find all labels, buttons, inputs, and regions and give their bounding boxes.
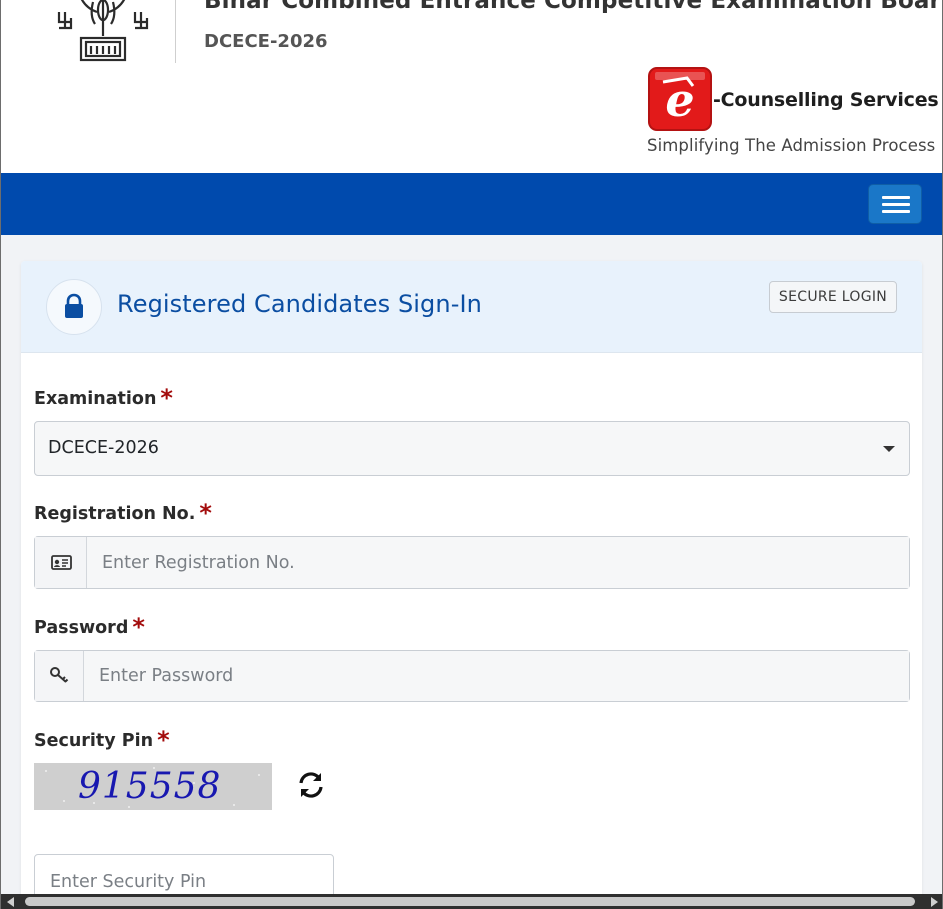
- chevron-down-icon: [883, 446, 895, 452]
- hamburger-bar: [882, 210, 910, 213]
- scroll-right-arrow-icon[interactable]: [931, 897, 938, 907]
- password-addon: [35, 651, 84, 701]
- exam-code: DCECE-2026: [204, 31, 328, 52]
- secure-login-badge: SECURE LOGIN: [769, 281, 897, 313]
- registration-addon: [35, 537, 87, 588]
- header-divider: [175, 0, 176, 63]
- captcha-image: 915558: [34, 763, 272, 810]
- site-header: Bihar Combined Entrance Competitive Exam…: [1, 0, 943, 173]
- password-input-group: [34, 650, 910, 702]
- examination-select[interactable]: DCECE-2026: [34, 421, 910, 476]
- service-tagline: Simplifying The Admission Process: [647, 136, 936, 155]
- bihar-emblem-logo: [57, 0, 149, 62]
- id-card-icon: [51, 555, 72, 570]
- menu-toggle-button[interactable]: [868, 184, 922, 224]
- registration-input-group: [34, 536, 910, 589]
- signin-card: Registered Candidates Sign-In SECURE LOG…: [21, 261, 922, 909]
- scroll-left-arrow-icon[interactable]: [7, 897, 14, 907]
- required-asterisk: *: [132, 613, 145, 641]
- e-counselling-logo: e: [648, 67, 712, 131]
- password-label: Password *: [34, 611, 145, 641]
- security-pin-label-text: Security Pin: [34, 731, 154, 751]
- registration-number-input[interactable]: [87, 537, 909, 588]
- password-label-text: Password: [34, 618, 129, 638]
- key-icon: [50, 667, 69, 683]
- security-pin-label: Security Pin *: [34, 724, 170, 754]
- refresh-captcha-icon[interactable]: [297, 771, 325, 799]
- examination-selected-value: DCECE-2026: [48, 438, 159, 458]
- card-title: Registered Candidates Sign-In: [117, 290, 482, 318]
- required-asterisk: *: [160, 384, 173, 412]
- lock-icon: [65, 293, 83, 318]
- service-name: -Counselling Services: [713, 89, 939, 111]
- hamburger-bar: [882, 203, 910, 206]
- captcha-text: 915558: [78, 766, 222, 807]
- hamburger-bar: [882, 196, 910, 199]
- examination-label-text: Examination: [34, 389, 157, 409]
- main-navbar: [1, 173, 942, 235]
- required-asterisk: *: [199, 499, 212, 527]
- examination-label: Examination *: [34, 382, 173, 412]
- scrollbar-thumb[interactable]: [25, 897, 915, 906]
- card-header: Registered Candidates Sign-In SECURE LOG…: [21, 261, 922, 353]
- horizontal-scrollbar[interactable]: [1, 894, 942, 909]
- password-input[interactable]: [84, 651, 909, 701]
- registration-label: Registration No. *: [34, 497, 212, 527]
- required-asterisk: *: [157, 726, 170, 754]
- lock-badge: [46, 279, 102, 335]
- registration-label-text: Registration No.: [34, 504, 196, 524]
- browser-viewport: Bihar Combined Entrance Competitive Exam…: [0, 0, 943, 909]
- board-title: Bihar Combined Entrance Competitive Exam…: [204, 0, 943, 14]
